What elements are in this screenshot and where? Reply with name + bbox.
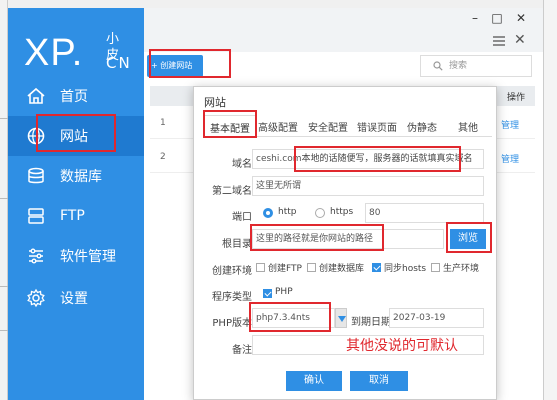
create-db-label: 创建数据库	[319, 264, 365, 274]
manage-link[interactable]: 管理	[501, 118, 519, 131]
background-window-right	[543, 0, 557, 400]
title-bar: – □ ✕	[144, 8, 543, 30]
search-placeholder: 搜索	[449, 61, 468, 71]
cancel-button[interactable]: 取消	[350, 371, 408, 391]
prog-type-label: 程序类型	[212, 292, 252, 303]
sidebar-item-settings[interactable]: 设置	[8, 278, 144, 318]
env-label: 创建环境	[212, 266, 252, 277]
expire-date-value: 2027-03-19	[393, 313, 446, 323]
domain-label: 域名	[232, 159, 252, 170]
table-row-number: 2	[160, 152, 166, 162]
tab-security[interactable]: 安全配置	[308, 119, 348, 134]
tab-rewrite[interactable]: 伪静态	[407, 119, 437, 134]
create-ftp-label: 创建FTP	[268, 264, 302, 274]
search-icon	[433, 61, 443, 71]
annotation-note: 其他没说的可默认	[346, 338, 458, 354]
second-domain-label: 第二域名	[212, 186, 252, 197]
maximize-button[interactable]: □	[490, 11, 504, 25]
port-input[interactable]: 80	[365, 203, 484, 223]
sliders-icon	[29, 248, 43, 264]
sidebar-item-label: 数据库	[60, 169, 102, 185]
create-ftp-checkbox[interactable]	[256, 263, 265, 272]
tab-error-pages[interactable]: 错误页面	[357, 119, 397, 134]
gear-icon	[27, 288, 45, 308]
http-radio[interactable]	[263, 208, 273, 218]
minimize-button[interactable]: –	[468, 11, 482, 25]
close-window-button[interactable]: ✕	[514, 11, 528, 25]
logo-main: XP.	[24, 32, 84, 74]
http-label: http	[278, 207, 297, 217]
php-type-label: PHP	[275, 287, 293, 297]
desktop-background	[8, 0, 543, 8]
sidebar: XP. 小皮 CN 首页 网站 数据库 FTP 软件管理 设置	[8, 8, 144, 400]
sidebar-item-label: 首页	[60, 89, 88, 105]
php-checkbox[interactable]	[263, 289, 272, 298]
root-label: 根目录	[222, 239, 252, 250]
home-icon	[27, 87, 45, 104]
annotation-box-root	[250, 224, 384, 251]
ops-column-header: 操作	[506, 93, 525, 103]
annotation-box-browse	[446, 222, 492, 253]
dialog-title: 网站	[204, 96, 226, 109]
sidebar-item-label: FTP	[60, 208, 85, 224]
sidebar-item-label: 软件管理	[60, 249, 116, 265]
second-domain-input[interactable]: 这里无所谓	[252, 176, 484, 196]
sync-hosts-checkbox[interactable]	[372, 263, 381, 272]
table-row-number: 1	[160, 118, 166, 128]
tab-other[interactable]: 其他	[458, 119, 478, 134]
port-label: 端口	[232, 212, 252, 223]
menu-icon[interactable]	[492, 34, 506, 48]
php-version-label: PHP版本	[212, 318, 252, 329]
production-label: 生产环境	[443, 264, 480, 274]
annotation-box-php	[249, 302, 331, 332]
sidebar-item-home[interactable]: 首页	[8, 76, 144, 116]
second-domain-value: 这里无所谓	[256, 181, 302, 191]
https-radio[interactable]	[315, 208, 325, 218]
sidebar-item-software[interactable]: 软件管理	[8, 236, 144, 276]
annotation-box-basic-tab	[203, 110, 257, 138]
production-checkbox[interactable]	[431, 263, 440, 272]
annotation-box-domain	[294, 146, 461, 172]
search-input[interactable]: 搜索	[420, 55, 532, 77]
background-window-left	[0, 0, 8, 400]
server-icon	[28, 208, 44, 224]
logo: XP. 小皮 CN	[24, 32, 130, 75]
https-label: https	[330, 207, 354, 217]
sync-hosts-label: 同步hosts	[384, 264, 427, 274]
confirm-button[interactable]: 确认	[286, 371, 342, 391]
annotation-box-create-site	[149, 49, 231, 78]
sidebar-item-database[interactable]: 数据库	[8, 156, 144, 196]
remark-label: 备注	[232, 345, 252, 356]
manage-link[interactable]: 管理	[501, 152, 519, 165]
annotation-box-website	[36, 114, 116, 152]
chevron-down-icon[interactable]	[335, 308, 347, 328]
close-icon[interactable]: ✕	[514, 32, 526, 48]
sidebar-item-ftp[interactable]: FTP	[8, 196, 144, 236]
logo-cn: CN	[106, 54, 132, 72]
create-db-checkbox[interactable]	[307, 263, 316, 272]
expire-label: 到期日期	[351, 317, 391, 328]
port-value: 80	[369, 208, 381, 218]
sidebar-item-label: 设置	[60, 291, 88, 307]
expire-date-input[interactable]: 2027-03-19	[389, 308, 484, 328]
tab-advanced[interactable]: 高级配置	[258, 119, 298, 134]
database-icon	[28, 167, 44, 184]
